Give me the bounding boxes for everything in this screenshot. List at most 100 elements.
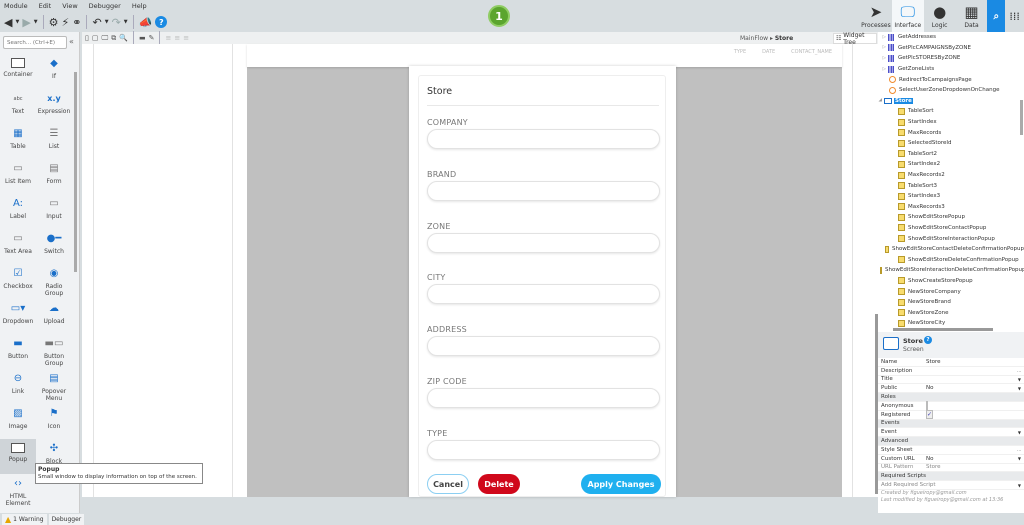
expand-icon[interactable]: ▷ <box>878 45 888 50</box>
tab-logic[interactable]: ● Logic <box>924 0 956 32</box>
menu-edit[interactable]: Edit <box>39 2 52 10</box>
expand-icon[interactable]: ▷ <box>878 67 888 72</box>
back-dropdown-icon[interactable]: ▼ <box>15 19 19 25</box>
tree-item[interactable]: ShowEditStoreContactDeleteConfirmationPo… <box>878 244 1024 255</box>
tree-vertical-scrollbar[interactable] <box>1020 100 1023 135</box>
tree-item[interactable]: ShowEditStoreInteractionPopup <box>878 233 1024 244</box>
apply-changes-button[interactable]: Apply Changes <box>581 474 661 494</box>
property-row-anonymous[interactable]: Anonymous <box>878 400 1024 411</box>
palette-item-text-area[interactable]: ▭ Text Area <box>0 229 36 264</box>
tree-item[interactable]: ◢ Store <box>878 96 1024 107</box>
announce-icon[interactable]: 📣 <box>139 17 153 28</box>
debugger-tab[interactable]: Debugger <box>48 513 85 525</box>
language-icon[interactable]: 🔍 <box>119 34 128 42</box>
tree-item[interactable]: MaxRecords2 <box>878 170 1024 181</box>
tree-item[interactable]: TableSort <box>878 106 1024 117</box>
tab-interface[interactable]: 🖵 Interface <box>891 0 924 32</box>
palette-item-label[interactable]: A: Label <box>0 194 36 229</box>
apps-button[interactable]: ⁞⁞⁞ <box>1005 0 1024 32</box>
chevron-down-icon[interactable]: ▼ <box>1018 377 1021 382</box>
property-row-public[interactable]: Public No ▼ <box>878 384 1024 394</box>
menu-debugger[interactable]: Debugger <box>89 2 121 10</box>
palette-item-switch[interactable]: ●━ Switch <box>36 229 72 264</box>
palette-item-html-element[interactable]: ‹› HTML Element <box>0 474 36 509</box>
field-input-type[interactable] <box>427 439 660 460</box>
tree-item[interactable]: ShowEditStorePopup <box>878 212 1024 223</box>
theme-icon[interactable]: ✎ <box>149 34 155 42</box>
tree-item[interactable]: StartIndex <box>878 117 1024 128</box>
palette-item-popover-menu[interactable]: ▤ Popover Menu <box>36 369 72 404</box>
tree-item[interactable]: NewStoreCompany <box>878 286 1024 297</box>
menu-module[interactable]: Module <box>4 2 28 10</box>
palette-item-input[interactable]: ▭ Input <box>36 194 72 229</box>
widget-tree-button[interactable]: ☷ Widget Tree <box>833 32 877 46</box>
palette-item-text[interactable]: abc Text <box>0 89 36 124</box>
code-icon[interactable]: ▬ <box>139 34 146 42</box>
chevron-down-icon[interactable]: ▼ <box>1018 430 1021 435</box>
tree-item[interactable]: SelectedStoreId <box>878 138 1024 149</box>
palette-item-table[interactable]: ▦ Table <box>0 124 36 159</box>
expand-icon[interactable]: ▷ <box>878 35 888 40</box>
palette-item-image[interactable]: ▨ Image <box>0 404 36 439</box>
forward-icon[interactable]: ▶ <box>22 17 30 28</box>
notification-badge[interactable]: 1 <box>488 5 510 27</box>
property-row-style-sheet[interactable]: Style Sheet... <box>878 446 1024 455</box>
help-icon[interactable]: ? <box>924 336 932 344</box>
property-value[interactable]: Store <box>926 359 1024 365</box>
cancel-button[interactable]: Cancel <box>427 474 469 494</box>
chevron-down-icon[interactable]: ▼ <box>1018 456 1021 461</box>
tree-horizontal-scrollbar[interactable] <box>893 328 993 331</box>
palette-item-if[interactable]: ◆ If <box>36 54 72 89</box>
property-checkbox[interactable]: ✓ <box>926 409 934 419</box>
palette-item-radio-group[interactable]: ◉ Radio Group <box>36 264 72 299</box>
palette-item-link[interactable]: ⊖ Link <box>0 369 36 404</box>
property-row-url-pattern[interactable]: URL Pattern Store <box>878 464 1024 473</box>
breadcrumb-parent[interactable]: MainFlow <box>740 35 768 42</box>
chevron-down-icon[interactable]: ▼ <box>1018 386 1021 391</box>
palette-item-dropdown[interactable]: ▭▾ Dropdown <box>0 299 36 334</box>
desktop-preview-icon[interactable]: 🖵 <box>101 34 108 43</box>
align-center-icon[interactable]: ≡ <box>174 34 180 42</box>
collapse-icon[interactable]: « <box>69 37 74 46</box>
undo-dropdown-icon[interactable]: ▼ <box>105 19 109 25</box>
search-button[interactable]: ⌕ <box>987 0 1006 32</box>
tree-item[interactable]: ▷ GetAddresses <box>878 32 1024 43</box>
tree-item[interactable]: NewStoreZone <box>878 307 1024 318</box>
menu-view[interactable]: View <box>62 2 77 10</box>
tablet-preview-icon[interactable]: ▢ <box>92 34 99 42</box>
expand-icon[interactable]: ▷ <box>878 56 888 61</box>
tab-processes[interactable]: ➤ Processes <box>860 0 892 32</box>
palette-item-upload[interactable]: ☁ Upload <box>36 299 72 334</box>
back-icon[interactable]: ◀ <box>4 17 12 28</box>
field-input-zip-code[interactable] <box>427 388 660 408</box>
publish-icon[interactable]: ⚡ <box>62 17 70 28</box>
palette-item-list-item[interactable]: ▭ List Item <box>0 159 36 194</box>
palette-item-expression[interactable]: x.y Expression <box>36 89 72 124</box>
tree-item[interactable]: ▷ GetZoneLists <box>878 64 1024 75</box>
more-icon[interactable]: ... <box>1017 447 1021 452</box>
tree-item[interactable]: ShowEditStoreInteractionDeleteConfirmati… <box>878 265 1024 276</box>
property-row-title[interactable]: Title ▼ <box>878 376 1024 385</box>
redo-dropdown-icon[interactable]: ▼ <box>124 19 128 25</box>
palette-item-button-group[interactable]: ▬▭ Button Group <box>36 334 72 369</box>
tree-item[interactable]: ShowEditStoreContactPopup <box>878 223 1024 234</box>
property-value[interactable]: Store <box>926 464 1024 470</box>
tree-item[interactable]: ▷ GetPlcCAMPAIGNSByZONE <box>878 43 1024 54</box>
help-icon[interactable]: ? <box>155 16 168 28</box>
warnings-tab[interactable]: ▲ 1 Warning <box>2 513 47 525</box>
property-row-description[interactable]: Description... <box>878 367 1024 376</box>
property-row-name[interactable]: Name Store <box>878 358 1024 367</box>
property-checkbox[interactable] <box>926 400 928 410</box>
field-input-company[interactable] <box>427 129 660 149</box>
connect-icon[interactable]: ⚭ <box>72 17 81 28</box>
tree-item[interactable]: MaxRecords3 <box>878 202 1024 213</box>
tree-item[interactable]: NewStoreBrand <box>878 297 1024 308</box>
property-row-registered[interactable]: Registered ✓ <box>878 409 1024 420</box>
more-icon[interactable]: ... <box>1017 368 1021 373</box>
delete-button[interactable]: Delete <box>478 474 520 494</box>
responsive-preview-icon[interactable]: ⧉ <box>111 34 116 43</box>
tree-item[interactable]: StartIndex3 <box>878 191 1024 202</box>
tree-item[interactable]: TableSort2 <box>878 149 1024 160</box>
redo-icon[interactable]: ↷ <box>112 17 121 28</box>
tree-item[interactable]: RedirectToCampaignsPage <box>878 74 1024 85</box>
